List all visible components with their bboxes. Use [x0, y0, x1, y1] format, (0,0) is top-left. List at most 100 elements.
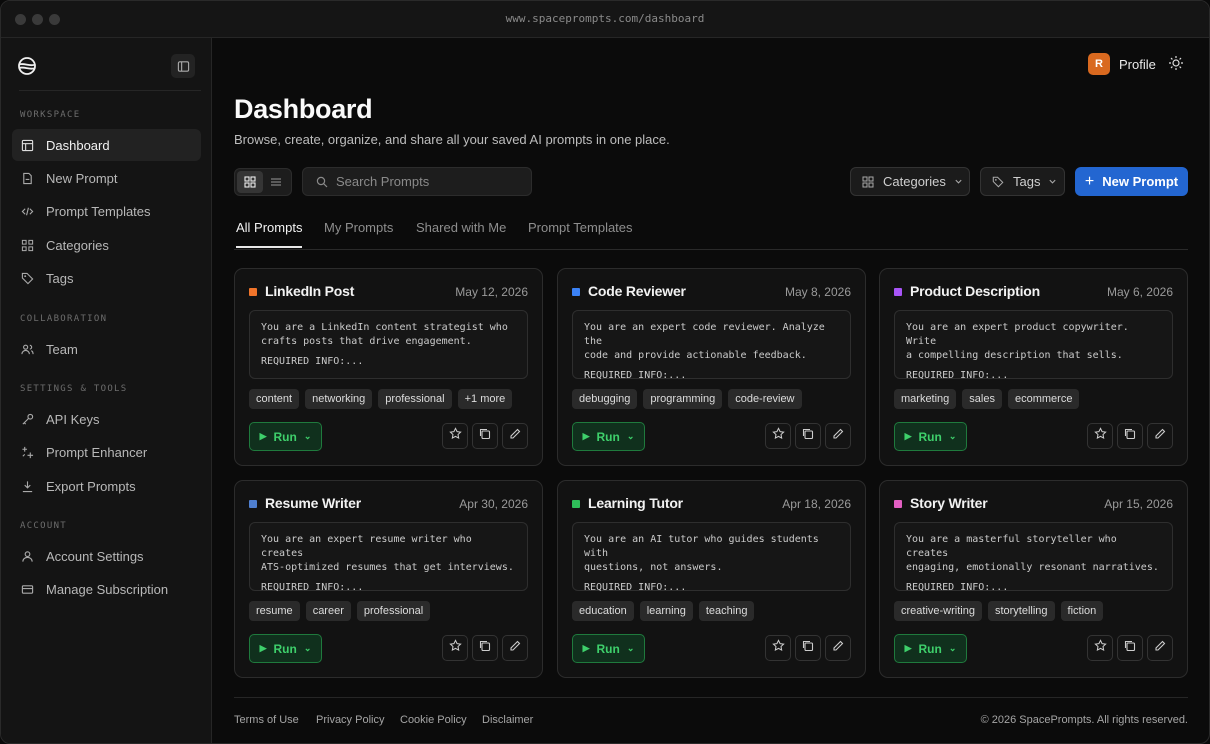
tag-chip[interactable]: content: [249, 389, 300, 409]
address-bar[interactable]: www.spaceprompts.com/dashboard: [1, 12, 1209, 25]
copy-button[interactable]: [1117, 635, 1143, 661]
pencil-icon: [1154, 427, 1166, 445]
tag-chip[interactable]: teaching: [698, 601, 755, 621]
tag-chip[interactable]: sales: [962, 389, 1002, 409]
title-bar: www.spaceprompts.com/dashboard: [1, 1, 1209, 38]
tab-my-prompts[interactable]: My Prompts: [324, 220, 393, 246]
tag-chip[interactable]: networking: [305, 389, 373, 409]
categories-dropdown[interactable]: Categories: [850, 167, 970, 196]
copy-button[interactable]: [472, 423, 498, 449]
tag-chip[interactable]: professional: [356, 601, 431, 621]
tag-chip[interactable]: debugging: [572, 389, 638, 409]
tag-chip[interactable]: professional: [378, 389, 452, 409]
footer-link-cookie[interactable]: Cookie Policy: [400, 714, 467, 726]
tag-chip[interactable]: resume: [249, 601, 300, 621]
search-input[interactable]: Search Prompts: [302, 167, 532, 196]
prompt-card[interactable]: Code Reviewer May 8, 2026 You are an exp…: [557, 268, 866, 466]
sidebar-item-tags[interactable]: Tags: [12, 262, 201, 294]
sidebar-item-api-keys[interactable]: API Keys: [12, 403, 201, 435]
card-title[interactable]: Resume Writer: [265, 495, 361, 511]
tag-chip[interactable]: career: [305, 601, 351, 621]
tag-list: creative-writing storytelling fiction: [894, 601, 1109, 621]
favorite-button[interactable]: [442, 635, 468, 661]
star-icon: [1093, 639, 1107, 657]
tab-shared-with-me[interactable]: Shared with Me: [416, 220, 506, 246]
sidebar-item-export-prompts[interactable]: Export Prompts: [12, 470, 201, 502]
tag-chip[interactable]: creative-writing: [894, 601, 982, 621]
tag-chip[interactable]: storytelling: [987, 601, 1055, 621]
prompt-card[interactable]: Learning Tutor Apr 18, 2026 You are an A…: [557, 480, 866, 678]
favorite-button[interactable]: [442, 423, 468, 449]
tag-chip[interactable]: learning: [639, 601, 693, 621]
footer-link-terms[interactable]: Terms of Use: [234, 714, 299, 726]
sidebar-item-manage-subscription[interactable]: Manage Subscription: [12, 573, 201, 605]
sun-icon[interactable]: [1168, 55, 1184, 71]
star-icon: [448, 427, 462, 445]
tag-chip[interactable]: ecommerce: [1007, 389, 1080, 409]
card-title[interactable]: LinkedIn Post: [265, 283, 354, 299]
card-title[interactable]: Learning Tutor: [588, 495, 683, 511]
tag-chip[interactable]: +1 more: [457, 389, 513, 409]
required-info: REQUIRED INFO:...: [584, 370, 687, 381]
copy-button[interactable]: [795, 635, 821, 661]
sidebar-item-dashboard[interactable]: Dashboard: [12, 129, 201, 161]
sidebar-item-team[interactable]: Team: [12, 333, 201, 365]
sidebar-item-new-prompt[interactable]: New Prompt: [12, 162, 201, 194]
logo-icon[interactable]: [17, 56, 37, 76]
tab-all-prompts[interactable]: All Prompts: [236, 220, 303, 248]
footer-link-disclaimer[interactable]: Disclaimer: [482, 714, 533, 726]
copy-button[interactable]: [1117, 423, 1143, 449]
tag-chip[interactable]: programming: [643, 389, 723, 409]
sidebar-item-prompt-enhancer[interactable]: Prompt Enhancer: [12, 436, 201, 468]
play-icon: ▶: [259, 643, 267, 653]
prompt-card[interactable]: Product Description May 6, 2026 You are …: [879, 268, 1188, 466]
edit-button[interactable]: [502, 635, 528, 661]
copy-button[interactable]: [795, 423, 821, 449]
prompt-card[interactable]: LinkedIn Post May 12, 2026 You are a Lin…: [234, 268, 543, 466]
edit-button[interactable]: [1147, 423, 1173, 449]
run-button[interactable]: ▶ Run ⌄: [572, 634, 645, 663]
card-title[interactable]: Story Writer: [910, 495, 988, 511]
code-icon: [21, 207, 34, 215]
card-title[interactable]: Code Reviewer: [588, 283, 686, 299]
grid-view-button[interactable]: [237, 171, 263, 193]
edit-button[interactable]: [825, 423, 851, 449]
favorite-button[interactable]: [765, 635, 791, 661]
edit-button[interactable]: [825, 635, 851, 661]
sidebar-item-prompt-templates[interactable]: Prompt Templates: [12, 195, 201, 227]
tag-chip[interactable]: fiction: [1060, 601, 1104, 621]
list-view-button[interactable]: [263, 171, 289, 193]
run-button[interactable]: ▶ Run ⌄: [249, 422, 322, 451]
tag-chip[interactable]: marketing: [894, 389, 957, 409]
tab-prompt-templates[interactable]: Prompt Templates: [528, 220, 633, 246]
run-button[interactable]: ▶ Run ⌄: [572, 422, 645, 451]
sidebar-item-categories[interactable]: Categories: [12, 229, 201, 261]
tag-chip[interactable]: education: [572, 601, 634, 621]
edit-button[interactable]: [502, 423, 528, 449]
edit-button[interactable]: [1147, 635, 1173, 661]
new-prompt-button[interactable]: + New Prompt: [1075, 167, 1188, 196]
prompt-card[interactable]: Resume Writer Apr 30, 2026 You are an ex…: [234, 480, 543, 678]
card-title[interactable]: Product Description: [910, 283, 1040, 299]
footer-link-privacy[interactable]: Privacy Policy: [316, 714, 384, 726]
section-label-collaboration: COLLABORATION: [20, 314, 108, 324]
run-button[interactable]: ▶ Run ⌄: [249, 634, 322, 663]
view-toggle: [234, 168, 292, 196]
prompt-line: engaging, emotionally resonant narrative…: [906, 562, 1159, 573]
copy-button[interactable]: [472, 635, 498, 661]
collapse-sidebar-button[interactable]: [171, 54, 195, 78]
run-button[interactable]: ▶ Run ⌄: [894, 422, 967, 451]
pencil-icon: [832, 427, 844, 445]
favorite-button[interactable]: [765, 423, 791, 449]
favorite-button[interactable]: [1087, 635, 1113, 661]
tag-chip[interactable]: code-review: [728, 389, 802, 409]
prompt-line: questions, not answers.: [584, 562, 723, 573]
run-label: Run: [596, 429, 620, 444]
prompt-card[interactable]: Story Writer Apr 15, 2026 You are a mast…: [879, 480, 1188, 678]
favorite-button[interactable]: [1087, 423, 1113, 449]
run-button[interactable]: ▶ Run ⌄: [894, 634, 967, 663]
tags-dropdown[interactable]: Tags: [980, 167, 1065, 196]
sidebar-item-label: Export Prompts: [46, 478, 136, 494]
sidebar-item-account-settings[interactable]: Account Settings: [12, 540, 201, 572]
profile-menu[interactable]: R Profile: [1088, 53, 1156, 75]
